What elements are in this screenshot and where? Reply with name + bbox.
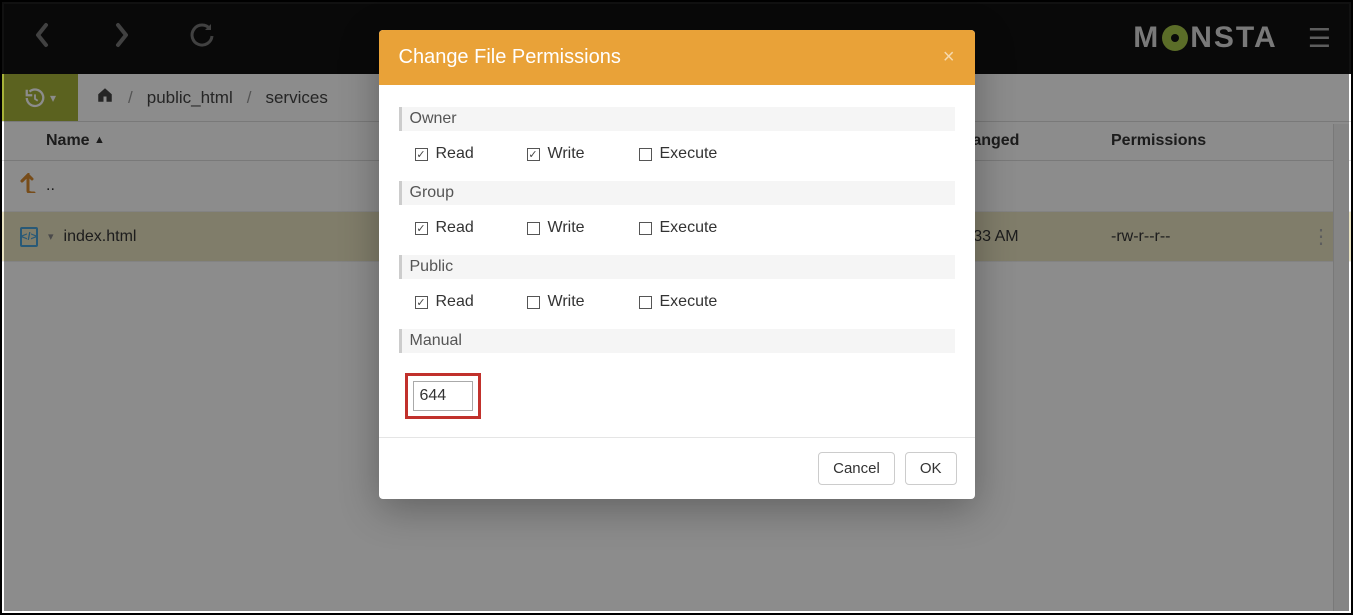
owner-perms: ✓Read ✓Write Execute [399,145,955,171]
group-execute-checkbox[interactable]: Execute [639,219,718,237]
modal-header: Change File Permissions × [379,30,975,85]
manual-permissions-input[interactable] [413,381,473,411]
public-perms: ✓Read Write Execute [399,293,955,319]
modal-title: Change File Permissions [399,46,621,69]
owner-write-checkbox[interactable]: ✓Write [527,145,597,163]
group-perms: ✓Read Write Execute [399,219,955,245]
owner-execute-checkbox[interactable]: Execute [639,145,718,163]
owner-read-checkbox[interactable]: ✓Read [415,145,485,163]
section-group: Group [399,181,955,205]
close-icon[interactable]: × [943,46,955,69]
permissions-modal: Change File Permissions × Owner ✓Read ✓W… [379,30,975,499]
section-public: Public [399,255,955,279]
cancel-button[interactable]: Cancel [818,452,895,485]
public-execute-checkbox[interactable]: Execute [639,293,718,311]
group-read-checkbox[interactable]: ✓Read [415,219,485,237]
manual-highlight [405,373,481,419]
public-read-checkbox[interactable]: ✓Read [415,293,485,311]
group-write-checkbox[interactable]: Write [527,219,597,237]
modal-footer: Cancel OK [379,437,975,499]
section-owner: Owner [399,107,955,131]
ok-button[interactable]: OK [905,452,957,485]
public-write-checkbox[interactable]: Write [527,293,597,311]
section-manual: Manual [399,329,955,353]
